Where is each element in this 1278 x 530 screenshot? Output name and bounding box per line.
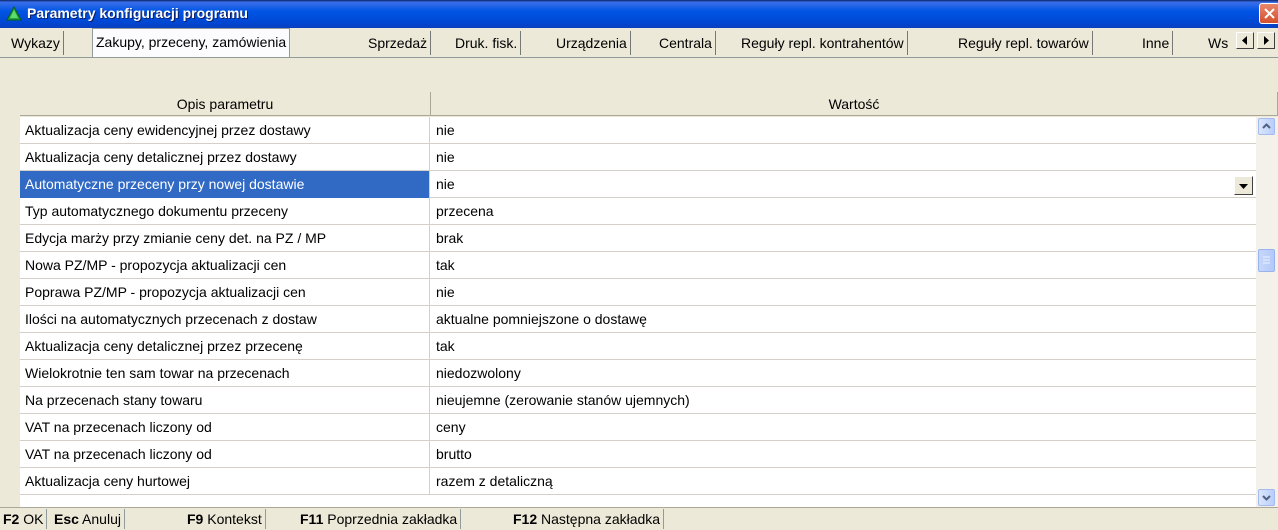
- table-row[interactable]: Nowa PZ/MP - propozycja aktualizacji cen…: [20, 252, 1256, 279]
- vertical-scrollbar[interactable]: [1256, 117, 1278, 507]
- table-row[interactable]: Aktualizacja ceny ewidencyjnej przez dos…: [20, 117, 1256, 144]
- parameter-name: Ilości na automatycznych przecenach z do…: [20, 306, 430, 333]
- parameter-value[interactable]: przecena: [430, 198, 1256, 225]
- previous-tab-shortcut[interactable]: F11 Poprzednia zakładka: [297, 509, 462, 529]
- arrow-up-icon: [1262, 123, 1271, 129]
- parameter-name: Na przecenach stany towaru: [20, 387, 430, 414]
- grid-left-gutter: [0, 92, 20, 507]
- grip-icon: [1263, 256, 1270, 264]
- tab-inne[interactable]: Inne: [1139, 31, 1174, 55]
- table-row-selected[interactable]: Automatyczne przeceny przy nowej dostawi…: [20, 171, 1256, 198]
- green-triangle-icon: [6, 6, 22, 21]
- parameter-name: Nowa PZ/MP - propozycja aktualizacji cen: [20, 252, 430, 279]
- table-row[interactable]: Aktualizacja ceny detalicznej przez prze…: [20, 333, 1256, 360]
- tab-sprzedaz[interactable]: Sprzedaż: [365, 31, 432, 55]
- parameter-value[interactable]: razem z detaliczną: [430, 468, 1256, 495]
- parameter-value[interactable]: tak: [430, 333, 1256, 360]
- shortcut-label: Anuluj: [82, 511, 121, 527]
- close-icon: [1264, 8, 1275, 19]
- parameter-value[interactable]: brutto: [430, 441, 1256, 468]
- parameter-value[interactable]: nieujemne (zerowanie stanów ujemnych): [430, 387, 1256, 414]
- chevron-down-icon: [1239, 184, 1248, 189]
- table-row[interactable]: Ilości na automatycznych przecenach z do…: [20, 306, 1256, 333]
- table-row[interactable]: Aktualizacja ceny hurtowej razem z detal…: [20, 468, 1256, 495]
- tab-scroll-left-button[interactable]: [1236, 32, 1254, 49]
- shortcut-key: F11: [300, 511, 324, 527]
- parameter-value[interactable]: tak: [430, 252, 1256, 279]
- shortcut-key: F9: [187, 511, 204, 527]
- parameter-name: VAT na przecenach liczony od: [20, 441, 430, 468]
- parameter-name: VAT na przecenach liczony od: [20, 414, 430, 441]
- parameter-name: Automatyczne przeceny przy nowej dostawi…: [20, 171, 430, 198]
- tab-druk-fisk[interactable]: Druk. fisk.: [452, 31, 522, 55]
- tab-reguly-repl-towarow[interactable]: Reguły repl. towarów: [955, 31, 1093, 55]
- grid-header: Opis parametru Wartość: [20, 92, 1278, 117]
- parameter-name: Typ automatycznego dokumentu przeceny: [20, 198, 430, 225]
- arrow-left-icon: [1242, 36, 1247, 45]
- parameter-name: Aktualizacja ceny detalicznej przez dost…: [20, 144, 430, 171]
- parameter-name: Poprawa PZ/MP - propozycja aktualizacji …: [20, 279, 430, 306]
- shortcut-label: Kontekst: [207, 511, 262, 527]
- shortcut-key: F12: [513, 511, 538, 527]
- column-header-opis[interactable]: Opis parametru: [20, 92, 431, 116]
- status-bar: F2 OK Esc Anuluj F9 Kontekst F11 Poprzed…: [0, 507, 1278, 530]
- arrow-down-icon: [1262, 495, 1271, 501]
- tab-reguly-repl-kontrahentow[interactable]: Reguły repl. kontrahentów: [738, 31, 908, 55]
- parameter-value[interactable]: ceny: [430, 414, 1256, 441]
- scroll-down-button[interactable]: [1258, 489, 1275, 506]
- parameter-name: Aktualizacja ceny ewidencyjnej przez dos…: [20, 117, 430, 144]
- table-row[interactable]: Typ automatycznego dokumentu przeceny pr…: [20, 198, 1256, 225]
- close-button[interactable]: [1259, 3, 1278, 24]
- title-bar: Parametry konfiguracji programu: [0, 0, 1278, 28]
- ok-shortcut[interactable]: F2 OK: [0, 509, 48, 529]
- parameter-name: Aktualizacja ceny detalicznej przez prze…: [20, 333, 430, 360]
- parameter-value[interactable]: nie: [430, 117, 1256, 144]
- tab-wykazy[interactable]: Wykazy: [8, 31, 64, 55]
- shortcut-label: Poprzednia zakładka: [327, 511, 458, 527]
- tab-strip: Wykazy Zakupy, przeceny, zamówienia Sprz…: [0, 28, 1278, 58]
- parameter-grid: Aktualizacja ceny ewidencyjnej przez dos…: [20, 117, 1256, 507]
- tab-ws[interactable]: Ws: [1208, 31, 1234, 55]
- table-row[interactable]: Edycja marży przy zmianie ceny det. na P…: [20, 225, 1256, 252]
- value-dropdown-button[interactable]: [1234, 176, 1253, 195]
- cancel-shortcut[interactable]: Esc Anuluj: [51, 509, 125, 529]
- arrow-right-icon: [1264, 36, 1269, 45]
- scroll-up-button[interactable]: [1258, 118, 1275, 135]
- column-header-wartosc[interactable]: Wartość: [431, 92, 1278, 116]
- table-row[interactable]: Na przecenach stany towaru nieujemne (ze…: [20, 387, 1256, 414]
- table-row[interactable]: VAT na przecenach liczony od ceny: [20, 414, 1256, 441]
- shortcut-label: OK: [23, 511, 44, 527]
- parameter-value[interactable]: niedozwolony: [430, 360, 1256, 387]
- parameter-name: Wielokrotnie ten sam towar na przecenach: [20, 360, 430, 387]
- shortcut-key: Esc: [54, 511, 79, 527]
- table-row[interactable]: Poprawa PZ/MP - propozycja aktualizacji …: [20, 279, 1256, 306]
- parameter-value[interactable]: brak: [430, 225, 1256, 252]
- tab-centrala[interactable]: Centrala: [656, 31, 716, 55]
- table-row[interactable]: Aktualizacja ceny detalicznej przez dost…: [20, 144, 1256, 171]
- parameter-value[interactable]: nie: [430, 279, 1256, 306]
- shortcut-key: F2: [3, 511, 20, 527]
- shortcut-label: Następna zakładka: [541, 511, 661, 527]
- parameter-value[interactable]: aktualne pomniejszone o dostawę: [430, 306, 1256, 333]
- table-row[interactable]: Wielokrotnie ten sam towar na przecenach…: [20, 360, 1256, 387]
- tab-scroll-right-button[interactable]: [1257, 32, 1275, 49]
- parameter-name: Aktualizacja ceny hurtowej: [20, 468, 430, 495]
- table-row[interactable]: VAT na przecenach liczony od brutto: [20, 441, 1256, 468]
- window-title: Parametry konfiguracji programu: [27, 5, 248, 21]
- parameter-value-dropdown[interactable]: nie: [430, 171, 1256, 198]
- tab-ws-label: Ws: [1208, 35, 1229, 51]
- tab-zakupy[interactable]: Zakupy, przeceny, zamówienia: [92, 28, 291, 57]
- parameter-value[interactable]: nie: [430, 144, 1256, 171]
- context-shortcut[interactable]: F9 Kontekst: [184, 509, 266, 529]
- next-tab-shortcut[interactable]: F12 Następna zakładka: [510, 509, 665, 529]
- parameter-name: Edycja marży przy zmianie ceny det. na P…: [20, 225, 430, 252]
- scroll-thumb[interactable]: [1258, 249, 1275, 272]
- tab-urzadzenia[interactable]: Urządzenia: [553, 31, 631, 55]
